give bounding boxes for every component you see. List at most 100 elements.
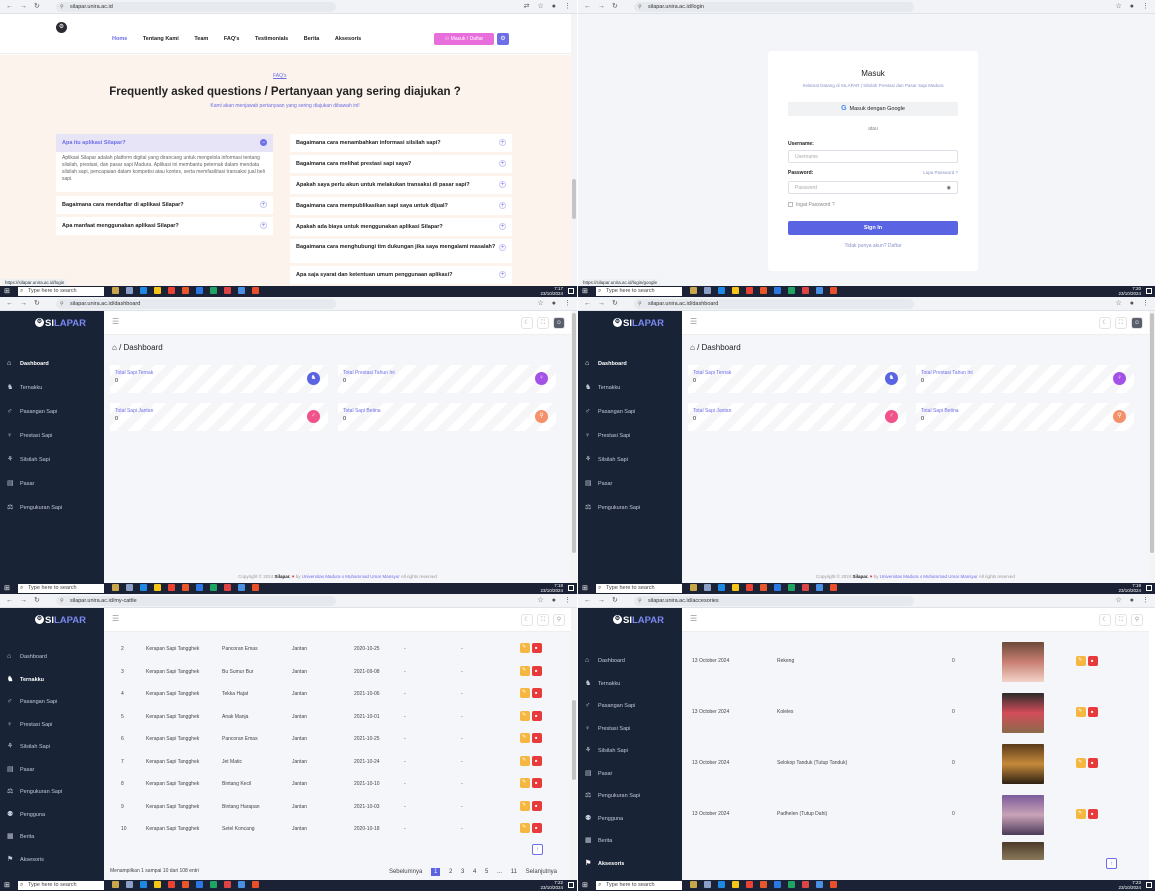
task-view-icon[interactable] [704, 584, 711, 591]
forward-icon[interactable]: → [598, 300, 605, 308]
pinned-app-icon[interactable] [112, 287, 119, 294]
menu-icon[interactable]: ⋮ [564, 300, 571, 307]
faq-item-fees[interactable]: Apakah ada biaya untuk menggunakan aplik… [290, 218, 512, 236]
reload-icon[interactable]: ↻ [34, 597, 40, 605]
edit-button[interactable] [520, 688, 530, 698]
sidebar-item-5[interactable]: ▤ Pasar [578, 768, 682, 780]
pinned-app-icon[interactable] [816, 287, 823, 294]
notification-icon[interactable] [1146, 882, 1152, 888]
task-view-icon[interactable] [126, 584, 133, 591]
page-1[interactable]: 1 [430, 868, 441, 876]
sidebar-item-6[interactable]: ⚖ Pengukuran Sapi [578, 790, 682, 802]
edit-button[interactable] [520, 665, 530, 676]
faq-item-account-needed[interactable]: Apakah saya perlu akun untuk melakukan t… [290, 176, 512, 194]
page-11[interactable]: 11 [511, 869, 517, 875]
delete-button[interactable] [532, 778, 542, 788]
sidebar-item-4[interactable]: ⚘ Silsilah Sapi [0, 454, 104, 466]
app-logo[interactable]: ⚙ SILAPAR [35, 318, 86, 329]
site-info-icon[interactable]: ⚲ [638, 596, 642, 606]
sidebar-item-0[interactable]: ⌂ Dashboard [578, 358, 682, 370]
delete-button[interactable] [1088, 707, 1098, 717]
sidebar-item-9[interactable]: ⚑ Aksesoris [578, 858, 682, 870]
chrome-icon[interactable] [746, 287, 753, 294]
site-info-icon[interactable]: ⚲ [638, 299, 642, 309]
address-bar[interactable]: ⚲ silapar.unira.ac.id [56, 2, 336, 12]
nav-about[interactable]: Tentang Kami [143, 36, 179, 42]
home-icon[interactable]: ⌂ [112, 343, 117, 352]
settings-button[interactable]: ⚙ [497, 33, 509, 45]
taskbar-search[interactable]: ⌕ Type here to search [596, 584, 682, 593]
taskbar-clock[interactable]: 7:17 23/10/2024 [540, 286, 563, 296]
sidebar-item-6[interactable]: ⚖ Pengukuran Sapi [578, 502, 682, 514]
sidebar-item-8[interactable]: ▦ Berita [0, 831, 104, 843]
faq-item-register[interactable]: Bagaimana cara mendaftar di aplikasi Sil… [56, 196, 273, 214]
page-4[interactable]: 4 [473, 869, 476, 875]
username-input[interactable]: Username [788, 150, 958, 163]
pinned-app-icon[interactable] [140, 287, 147, 294]
forgot-password-link[interactable]: Lupa Password ? [923, 170, 958, 175]
theme-toggle-icon[interactable]: ☾ [1099, 317, 1111, 329]
pinned-app-icon[interactable] [196, 287, 203, 294]
delete-button[interactable] [532, 665, 542, 676]
hamburger-icon[interactable]: ☰ [112, 614, 119, 623]
star-icon[interactable]: ☆ [1115, 3, 1121, 10]
pinned-app-icon[interactable] [816, 881, 823, 888]
pinned-app-icon[interactable] [182, 584, 189, 591]
notification-icon[interactable] [1146, 585, 1152, 591]
pinned-app-icon[interactable] [182, 881, 189, 888]
site-info-icon[interactable]: ⚲ [638, 2, 642, 12]
faq-item-add-pedigree[interactable]: Bagaimana cara menambahkan informasi sil… [290, 134, 512, 152]
taskbar-search[interactable]: ⌕ Type here to search [18, 584, 104, 593]
edit-button[interactable] [1076, 758, 1086, 768]
fullscreen-icon[interactable]: ⛶ [537, 317, 549, 329]
user-icon[interactable]: ⚲ [1131, 614, 1143, 626]
sidebar-item-1[interactable]: ♞ Ternakku [578, 382, 682, 394]
theme-toggle-icon[interactable]: ☾ [521, 317, 533, 329]
sidebar-item-9[interactable]: ⚑ Aksesoris [0, 854, 104, 866]
pinned-app-icon[interactable] [140, 584, 147, 591]
folder-icon[interactable] [154, 584, 161, 591]
edit-button[interactable] [520, 778, 530, 788]
taskbar-clock[interactable]: 7:23 23/10/2024 [1118, 880, 1141, 890]
sidebar-item-1[interactable]: ♞ Ternakku [578, 678, 682, 690]
fullscreen-icon[interactable]: ⛶ [1115, 614, 1127, 626]
pinned-app-icon[interactable] [252, 881, 259, 888]
sidebar-item-5[interactable]: ▤ Pasar [0, 478, 104, 490]
page-scrollbar[interactable] [571, 311, 577, 583]
pinned-app-icon[interactable] [718, 881, 725, 888]
pinned-app-icon[interactable] [140, 881, 147, 888]
sidebar-item-0[interactable]: ⌂ Dashboard [578, 655, 682, 667]
faq-item-publish-sale[interactable]: Bagaimana cara mempublikasikan sapi saya… [290, 197, 512, 215]
edit-button[interactable] [1076, 656, 1086, 666]
forward-icon[interactable]: → [20, 597, 27, 605]
pinned-app-icon[interactable] [760, 287, 767, 294]
pinned-app-icon[interactable] [816, 584, 823, 591]
chrome-icon[interactable] [168, 584, 175, 591]
theme-toggle-icon[interactable]: ☾ [1099, 614, 1111, 626]
windows-start-icon[interactable]: ⊞ [582, 882, 589, 889]
taskbar-search[interactable]: ⌕ Type here to search [18, 287, 104, 296]
star-icon[interactable]: ☆ [1115, 300, 1121, 307]
show-password-icon[interactable]: ◉ [947, 182, 951, 194]
folder-icon[interactable] [154, 881, 161, 888]
footer-brand[interactable]: Silapar. [853, 574, 869, 579]
pinned-app-icon[interactable] [774, 584, 781, 591]
sidebar-item-2[interactable]: ♂ Pasangan Sapi [0, 406, 104, 418]
nav-berita[interactable]: Berita [304, 36, 320, 42]
sidebar-item-6[interactable]: ⚖ Pengukuran Sapi [0, 502, 104, 514]
task-view-icon[interactable] [126, 881, 133, 888]
pinned-app-icon[interactable] [830, 584, 837, 591]
notification-icon[interactable] [1146, 288, 1152, 294]
site-info-icon[interactable]: ⚲ [60, 299, 64, 309]
delete-button[interactable] [532, 733, 542, 743]
site-info-icon[interactable]: ⚲ [60, 596, 64, 606]
edit-button[interactable] [520, 800, 530, 811]
remember-checkbox[interactable]: Ingat Password ? [788, 202, 835, 208]
hamburger-icon[interactable]: ☰ [690, 317, 697, 326]
delete-button[interactable] [532, 823, 542, 833]
menu-icon[interactable]: ⋮ [1142, 3, 1149, 10]
scroll-thumb[interactable] [572, 179, 576, 219]
pinned-app-icon[interactable] [830, 287, 837, 294]
page-scrollbar[interactable] [571, 14, 577, 286]
sidebar-item-5[interactable]: ▤ Pasar [578, 478, 682, 490]
